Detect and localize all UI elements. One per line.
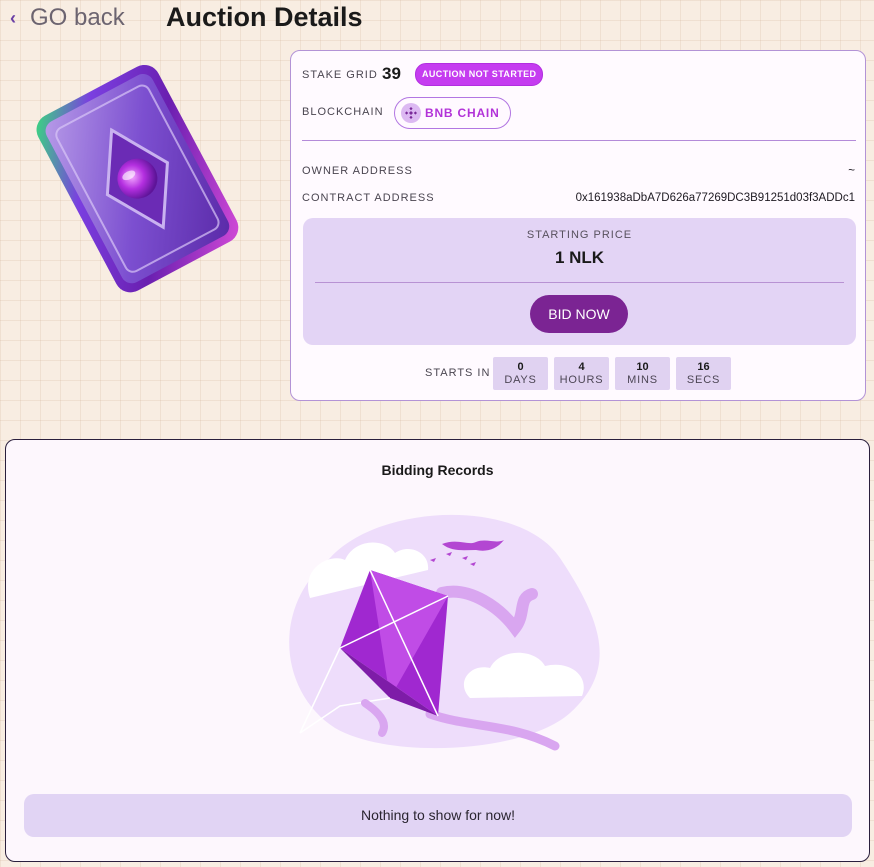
countdown-hours: 4 HOURS <box>554 357 609 390</box>
auction-info-card: STAKE GRID 39 AUCTION NOT STARTED BLOCKC… <box>290 50 866 401</box>
countdown-unit: MINS <box>627 374 658 386</box>
stake-grid-label: STAKE GRID <box>302 69 378 81</box>
countdown-days: 0 DAYS <box>493 357 548 390</box>
auction-status-badge: AUCTION NOT STARTED <box>415 63 544 86</box>
countdown-unit: HOURS <box>559 374 604 386</box>
blockchain-badge: BNB CHAIN <box>394 97 511 129</box>
go-back-button[interactable]: ‹ GO back <box>10 4 125 32</box>
page-title: Auction Details <box>166 2 363 32</box>
starting-price-panel: STARTING PRICE 1 NLK BID NOW <box>303 218 856 345</box>
owner-address-value: ~ <box>848 165 855 177</box>
countdown-value: 16 <box>697 361 710 373</box>
countdown-unit: SECS <box>686 374 721 386</box>
contract-address-label: CONTRACT ADDRESS <box>302 192 435 204</box>
starts-in-label: STARTS IN <box>425 367 491 379</box>
bid-now-button[interactable]: BID NOW <box>530 295 628 333</box>
contract-address-value[interactable]: 0x161938aDbA7D626a77269DC3B91251d03f3ADD… <box>576 192 855 204</box>
bidding-records-panel: Bidding Records Nothing to show for now! <box>5 439 870 862</box>
blockchain-value: BNB CHAIN <box>425 106 500 120</box>
page-header: ‹ GO back Auction Details <box>0 0 874 44</box>
stake-grid-value: 39 <box>382 64 401 83</box>
info-divider <box>302 140 856 141</box>
countdown-value: 4 <box>578 361 585 373</box>
owner-address-label: OWNER ADDRESS <box>302 165 413 177</box>
bidding-records-title: Bidding Records <box>381 462 494 478</box>
starting-price-value: 1 NLK <box>554 248 605 267</box>
countdown-value: 0 <box>517 361 524 373</box>
countdown-secs: 16 SECS <box>676 357 731 390</box>
countdown-value: 10 <box>636 361 649 373</box>
blockchain-label: BLOCKCHAIN <box>302 106 384 118</box>
empty-state-message: Nothing to show for now! <box>24 794 852 837</box>
chevron-left-icon: ‹ <box>10 7 16 28</box>
countdown-mins: 10 MINS <box>615 357 670 390</box>
nft-card-image <box>36 64 239 293</box>
empty-state-kite-illustration <box>289 514 600 751</box>
go-back-label: GO back <box>30 4 125 31</box>
countdown-unit: DAYS <box>504 374 537 386</box>
price-divider <box>315 282 844 283</box>
bnb-chain-icon <box>401 103 421 123</box>
starting-price-label: STARTING PRICE <box>526 229 633 241</box>
